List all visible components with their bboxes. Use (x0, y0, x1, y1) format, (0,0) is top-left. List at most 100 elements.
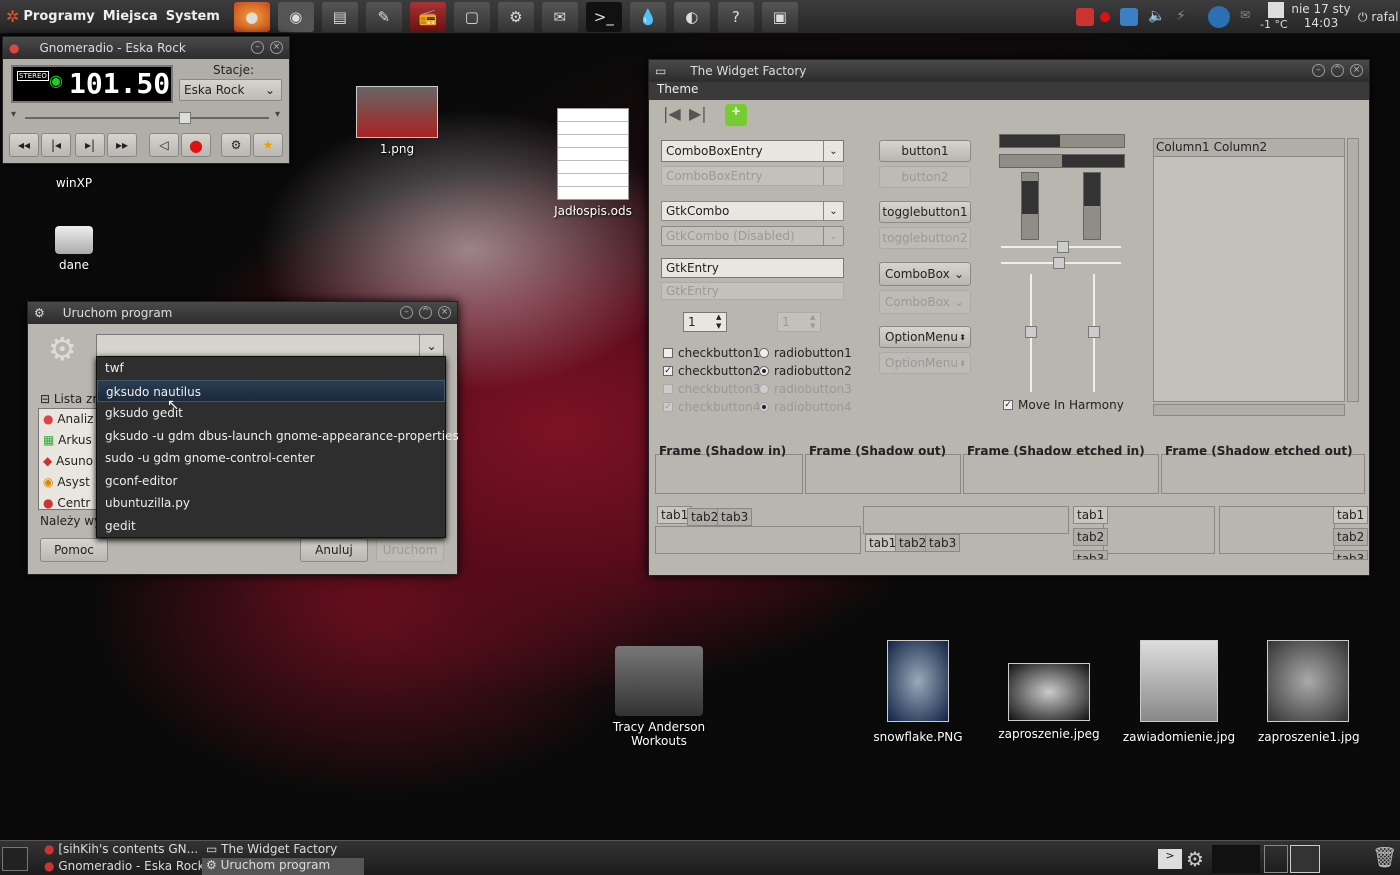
history-item[interactable]: twf (97, 357, 445, 380)
menu-theme[interactable]: Theme (649, 82, 698, 96)
command-input[interactable]: ⌄ (96, 334, 444, 358)
desktop-icon-zaproszenie1[interactable]: zaproszenie1.jpg (1258, 640, 1360, 744)
spinbutton[interactable]: 1 ▲ ▼ (683, 312, 727, 332)
desktop-icon-1png[interactable]: 1.png (354, 86, 440, 156)
list-item[interactable]: ▦ Arkus (39, 430, 97, 451)
tab-3[interactable]: tab3 (717, 508, 753, 526)
tree-view[interactable]: Column1 Column2 (1153, 138, 1345, 402)
ubuntu-icon[interactable]: ✲ (6, 7, 19, 26)
checkbox-checked[interactable]: ✓ (663, 366, 673, 376)
history-item[interactable]: gksudo gedit (97, 402, 445, 425)
desktop-icon-winxp[interactable]: winXP (44, 176, 104, 190)
hscale-1[interactable] (1001, 241, 1121, 253)
slider-handle[interactable] (1088, 326, 1100, 338)
tray-icon-record[interactable] (1100, 12, 1110, 22)
titlebar[interactable]: ▭ The Widget Factory (649, 60, 1369, 82)
list-item[interactable]: ● Analiz (39, 409, 97, 430)
radio[interactable] (759, 348, 769, 358)
clock[interactable]: nie 17 sty 14:03 (1286, 2, 1356, 30)
trash-icon[interactable]: 🗑 (1372, 845, 1397, 869)
taskbar-item-widget-factory[interactable]: ▭ The Widget Factory (206, 842, 337, 856)
settings-icon[interactable]: ⚙ (497, 1, 534, 32)
window-icon[interactable]: ▢ (453, 1, 490, 32)
slider-handle[interactable] (1057, 241, 1069, 253)
tab-1[interactable]: tab1 (1333, 506, 1369, 524)
tab-3[interactable]: tab3 (1073, 550, 1109, 560)
slider-handle[interactable] (1025, 326, 1037, 338)
vscale-2[interactable] (1088, 274, 1100, 392)
power-icon[interactable]: ⚡ (1176, 8, 1194, 26)
workspace-2[interactable] (1290, 845, 1320, 873)
checkbutton1[interactable]: checkbutton1 (663, 346, 760, 360)
radiobutton1[interactable]: radiobutton1 (759, 346, 852, 360)
combobox[interactable]: ComboBox ⌄ (879, 262, 971, 286)
gtkentry[interactable]: GtkEntry (661, 258, 844, 278)
spin-arrows-icon[interactable]: ▲ ▼ (716, 313, 726, 331)
show-desktop-icon[interactable] (2, 847, 28, 871)
history-dropdown[interactable]: twf gksudo nautilus gksudo gedit gksudo … (96, 356, 459, 538)
column-header-2[interactable]: Column2 (1212, 139, 1270, 156)
user-menu[interactable]: ⏻ rafal (1358, 10, 1399, 25)
next-button[interactable]: ▸| (75, 133, 105, 157)
help-button[interactable]: Pomoc (40, 538, 108, 562)
desktop-icon-zaproszenie[interactable]: zaproszenie.jpeg (996, 663, 1102, 741)
prev-button[interactable]: |◂ (41, 133, 71, 157)
history-item[interactable]: gconf-editor (97, 470, 445, 493)
screenshot-icon[interactable]: ▣ (761, 1, 798, 32)
slider-handle[interactable] (1053, 257, 1065, 269)
tab-3[interactable]: tab3 (925, 534, 961, 552)
comboboxentry[interactable]: ComboBoxEntry ⌄ (661, 140, 844, 162)
maximize-icon[interactable]: ^ (1331, 64, 1344, 77)
move-in-harmony-check[interactable]: ✓ Move In Harmony (1003, 398, 1124, 412)
history-item[interactable]: ubuntuzilla.py (97, 492, 445, 515)
desktop-icon-dane[interactable]: dane (44, 226, 104, 272)
optionmenu[interactable]: OptionMenu ⬍ (879, 326, 971, 348)
desktop-icon-zawiadomienie[interactable]: zawiadomienie.jpg (1122, 640, 1236, 744)
disk-icon[interactable]: ◐ (673, 1, 710, 32)
horizontal-scrollbar[interactable] (1153, 404, 1345, 416)
workspace-1[interactable] (1264, 845, 1288, 873)
run-button[interactable]: Uruchom (376, 538, 444, 562)
tab-3[interactable]: tab3 (1333, 550, 1369, 560)
settings-button[interactable]: ⚙ (221, 133, 251, 157)
vscale-1[interactable] (1025, 274, 1037, 392)
drop-icon[interactable]: 💧 (629, 1, 666, 32)
radio-selected[interactable] (759, 366, 769, 376)
gimp-icon[interactable]: ✎ (365, 1, 402, 32)
gtkcombo[interactable]: GtkCombo ⌄ (661, 201, 844, 221)
chevron-down-icon[interactable]: ⌄ (419, 335, 443, 357)
terminal-icon[interactable]: >_ (585, 1, 622, 32)
slider-handle[interactable] (179, 112, 191, 124)
volume-icon[interactable]: 🔈 (1148, 8, 1166, 26)
tab-2[interactable]: tab2 (1073, 528, 1109, 546)
seek-forward-button[interactable]: ▸▸ (107, 133, 137, 157)
togglebutton1[interactable]: togglebutton1 (879, 201, 971, 223)
tray-icon-network[interactable] (1120, 8, 1138, 26)
hscale-2[interactable] (1001, 257, 1121, 269)
list-item[interactable]: ◆ Asuno (39, 451, 97, 472)
terminal-icon[interactable]: > (1158, 849, 1182, 869)
add-icon[interactable]: + (725, 104, 747, 126)
list-item[interactable]: ◉ Asyst (39, 472, 97, 493)
desktop-icon-snowflake[interactable]: snowflake.PNG (870, 640, 966, 744)
history-item[interactable]: gedit (97, 515, 445, 538)
tray-icon-radio[interactable] (1076, 8, 1094, 26)
known-apps-list[interactable]: ● Analiz ▦ Arkus ◆ Asuno ◉ Asyst ● Centr (38, 408, 98, 510)
cancel-button[interactable]: Anuluj (300, 538, 368, 562)
radiobutton2[interactable]: radiobutton2 (759, 364, 852, 378)
mute-button[interactable]: ◁ (149, 133, 179, 157)
checkbutton2[interactable]: ✓ checkbutton2 (663, 364, 760, 378)
package-icon[interactable]: ✉ (541, 1, 578, 32)
mail-icon[interactable]: ✉ (1240, 8, 1258, 26)
close-icon[interactable]: × (270, 41, 283, 54)
gear-icon[interactable]: ⚙ (1186, 847, 1204, 871)
firefox-icon[interactable]: ● (233, 1, 270, 32)
minimize-icon[interactable]: – (400, 306, 413, 319)
column-header-1[interactable]: Column1 (1154, 139, 1212, 156)
close-icon[interactable]: × (1350, 64, 1363, 77)
maximize-icon[interactable]: ^ (419, 306, 432, 319)
known-apps-expander[interactable]: ⊟ Lista zn (40, 392, 100, 406)
taskbar-item-gnomeradio[interactable]: ● Gnomeradio - Eska Rock (44, 859, 205, 873)
menu-system[interactable]: System (166, 9, 220, 24)
first-icon[interactable]: |◀ (663, 104, 681, 123)
